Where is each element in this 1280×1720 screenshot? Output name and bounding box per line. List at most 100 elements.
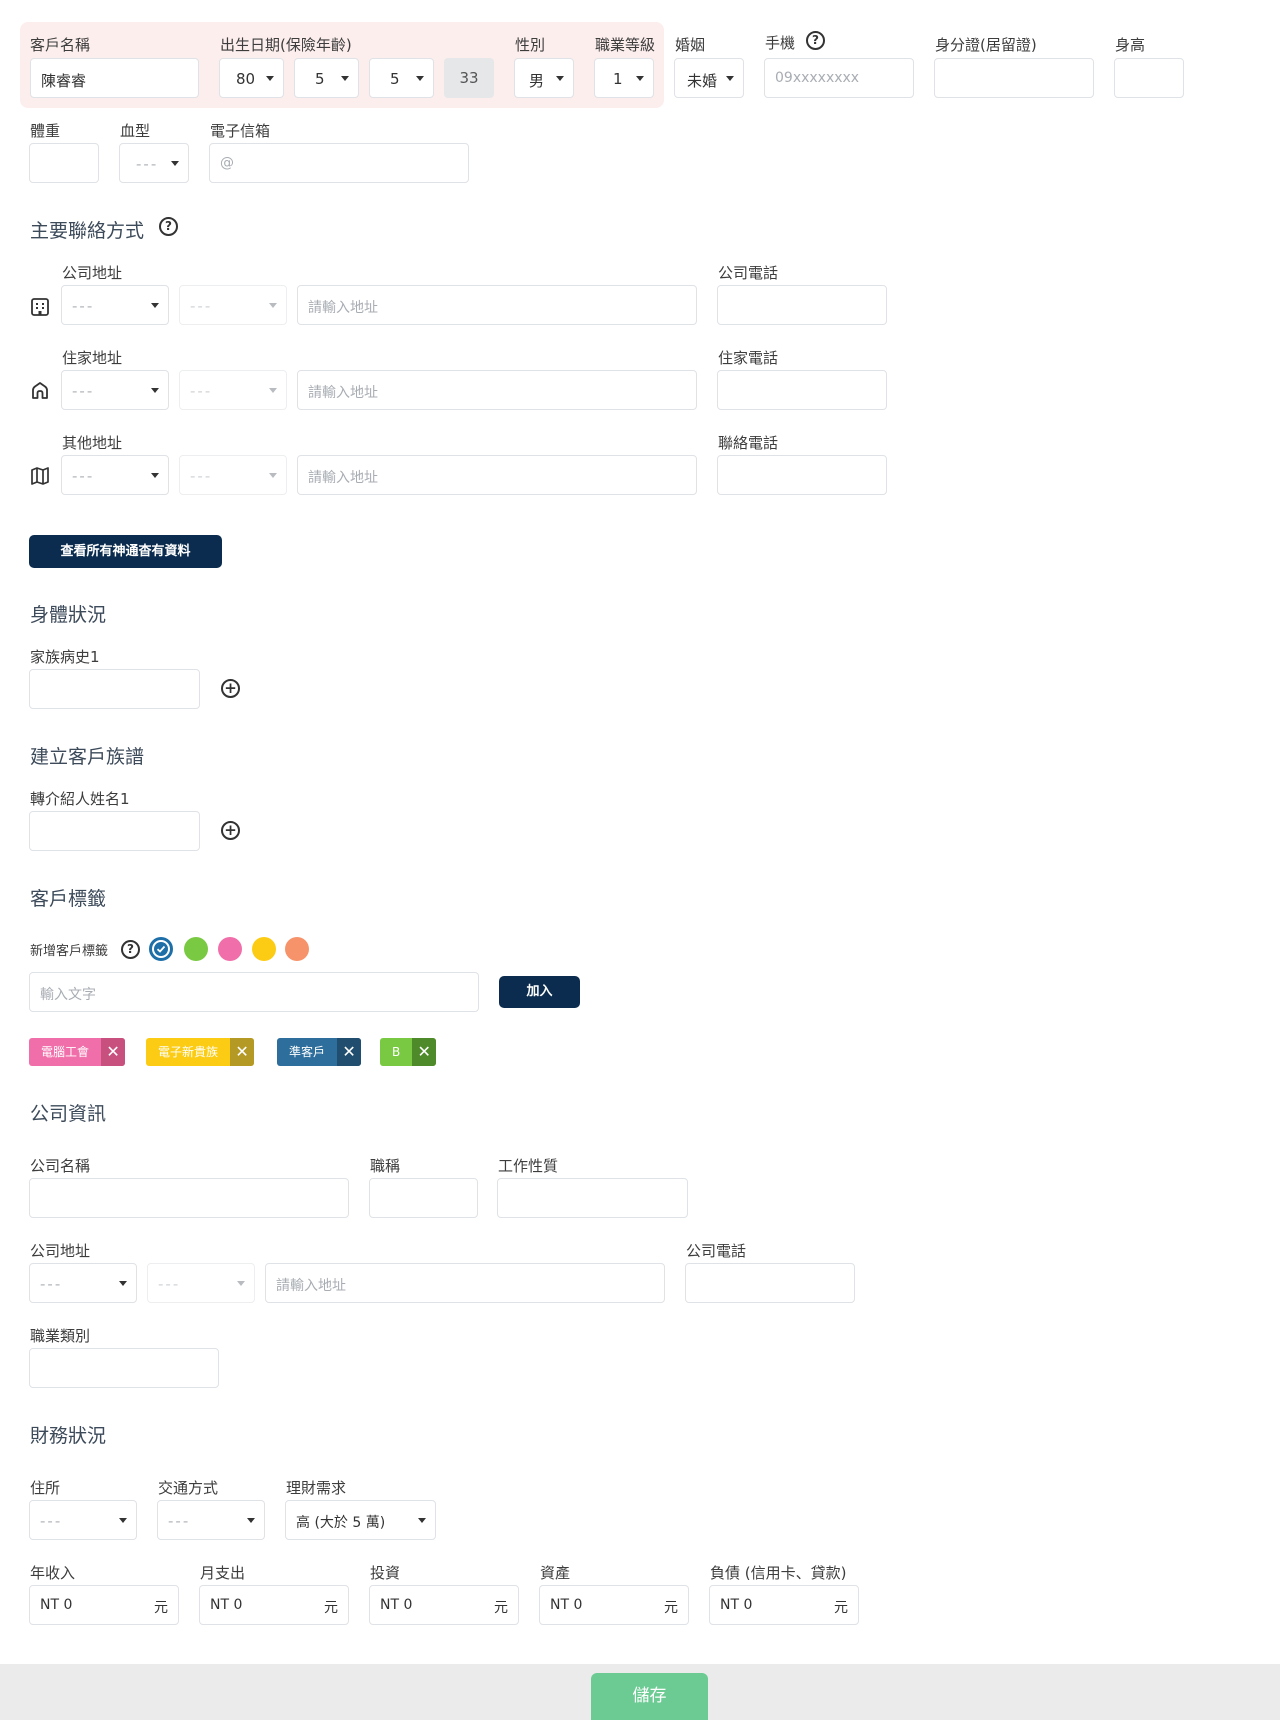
contact-phone-input[interactable] [717, 455, 887, 495]
building-icon [30, 297, 50, 321]
company-district-select[interactable]: --- [179, 285, 287, 325]
family-history-input[interactable] [29, 669, 200, 709]
financial-need-label: 理財需求 [286, 1479, 347, 1497]
add-circle-icon[interactable]: + [221, 679, 240, 698]
birth-year-select[interactable]: 80 [219, 58, 284, 98]
birth-day-select[interactable]: 5 [369, 58, 434, 98]
insurance-age-display: 33 [444, 58, 494, 98]
home-phone-input[interactable] [717, 370, 887, 410]
view-all-data-button[interactable]: 查看所有神通杳有資料 [29, 535, 222, 568]
tag-color-blue[interactable] [149, 937, 173, 961]
tag-chip: 準客戶 ✕ [277, 1038, 362, 1066]
other-district-select[interactable]: --- [179, 455, 287, 495]
height-label: 身高 [1115, 36, 1146, 54]
company-phone-input[interactable] [717, 285, 887, 325]
weight-label: 體重 [30, 122, 61, 140]
customer-name-input[interactable]: 陳睿睿 [30, 58, 199, 98]
home-district-select[interactable]: --- [179, 370, 287, 410]
insurance-age-value: 33 [459, 69, 479, 87]
home-address-placeholder: 請輸入地址 [308, 385, 378, 401]
other-address-input[interactable]: 請輸入地址 [297, 455, 697, 495]
tag-color-orange[interactable] [285, 937, 309, 961]
add-tag-label: 新增客戶標籤 [30, 944, 109, 959]
id-number-input[interactable] [934, 58, 1094, 98]
marriage-select[interactable]: 未婚 [674, 58, 744, 98]
home-address-input[interactable]: 請輸入地址 [297, 370, 697, 410]
chevron-down-icon [269, 473, 277, 478]
gender-select[interactable]: 男 [514, 58, 574, 98]
company-info-phone-input[interactable] [685, 1263, 855, 1303]
currency-unit: 元 [494, 1600, 508, 1616]
job-category-input[interactable] [29, 1348, 219, 1388]
work-nature-input[interactable] [497, 1178, 688, 1218]
investment-input[interactable]: NT 0 元 [369, 1585, 519, 1625]
tag-color-green[interactable] [184, 937, 208, 961]
monthly-expense-label: 月支出 [200, 1564, 246, 1582]
blood-type-label: 血型 [120, 122, 151, 140]
weight-input[interactable] [29, 143, 99, 183]
other-city-select[interactable]: --- [61, 455, 169, 495]
transport-select[interactable]: --- [157, 1500, 265, 1540]
blood-type-value: --- [136, 155, 159, 173]
add-tag-button[interactable]: 加入 [499, 976, 580, 1008]
company-info-city-select[interactable]: --- [29, 1263, 137, 1303]
help-icon[interactable]: ? [806, 31, 825, 50]
chevron-down-icon [726, 76, 734, 81]
height-input[interactable] [1114, 58, 1184, 98]
map-icon [30, 466, 50, 490]
blood-type-select[interactable]: --- [119, 143, 189, 183]
email-placeholder: @ [220, 155, 234, 171]
close-icon[interactable]: ✕ [230, 1038, 255, 1066]
save-button[interactable]: 儲存 [591, 1673, 708, 1720]
help-icon[interactable]: ? [121, 940, 140, 959]
close-icon[interactable]: ✕ [337, 1038, 362, 1066]
financial-need-value: 高 (大於 5 萬) [296, 1515, 386, 1531]
close-icon[interactable]: ✕ [412, 1038, 437, 1066]
company-info-district-select[interactable]: --- [147, 1263, 255, 1303]
family-history-label: 家族病史1 [30, 648, 100, 666]
company-name-input[interactable] [29, 1178, 349, 1218]
chevron-down-icon [556, 76, 564, 81]
monthly-expense-input[interactable]: NT 0 元 [199, 1585, 349, 1625]
job-category-label: 職業類別 [30, 1327, 91, 1345]
gender-value: 男 [529, 72, 545, 90]
company-city-select[interactable]: --- [61, 285, 169, 325]
financial-need-select[interactable]: 高 (大於 5 萬) [285, 1500, 436, 1540]
email-input[interactable]: @ [209, 143, 469, 183]
assets-input[interactable]: NT 0 元 [539, 1585, 689, 1625]
birth-month-select[interactable]: 5 [294, 58, 359, 98]
debt-input[interactable]: NT 0 元 [709, 1585, 859, 1625]
company-district-value: --- [190, 297, 213, 315]
job-level-select[interactable]: 1 [594, 58, 654, 98]
mobile-placeholder: 09xxxxxxxx [775, 70, 860, 86]
tag-chip-label: 電腦工會 [41, 1045, 90, 1059]
tag-color-pink[interactable] [218, 937, 242, 961]
health-section-title: 身體狀況 [30, 604, 107, 626]
close-icon[interactable]: ✕ [101, 1038, 126, 1066]
chevron-down-icon [119, 1518, 127, 1523]
residence-select[interactable]: --- [29, 1500, 137, 1540]
currency-unit: 元 [834, 1600, 848, 1616]
chevron-down-icon [416, 76, 424, 81]
company-info-address-input[interactable]: 請輸入地址 [265, 1263, 665, 1303]
job-level-value: 1 [613, 70, 623, 88]
referrer-name-input[interactable] [29, 811, 200, 851]
tag-color-yellow[interactable] [252, 937, 276, 961]
mobile-input[interactable]: 09xxxxxxxx [764, 58, 914, 98]
monthly-expense-value: NT 0 [210, 1597, 243, 1613]
company-section-title: 公司資訊 [30, 1103, 107, 1125]
debt-label: 負債 (信用卡、貸款) [710, 1564, 847, 1582]
tag-chip: B ✕ [380, 1038, 437, 1066]
transport-value: --- [168, 1512, 191, 1530]
home-city-select[interactable]: --- [61, 370, 169, 410]
chevron-down-icon [171, 161, 179, 166]
job-title-input[interactable] [369, 1178, 478, 1218]
tag-text-input[interactable]: 輸入文字 [29, 972, 479, 1012]
annual-income-input[interactable]: NT 0 元 [29, 1585, 179, 1625]
help-icon[interactable]: ? [159, 217, 178, 236]
currency-unit: 元 [664, 1600, 678, 1616]
company-address-input[interactable]: 請輸入地址 [297, 285, 697, 325]
add-circle-icon[interactable]: + [221, 821, 240, 840]
marriage-label: 婚姻 [675, 36, 706, 54]
chevron-down-icon [636, 76, 644, 81]
